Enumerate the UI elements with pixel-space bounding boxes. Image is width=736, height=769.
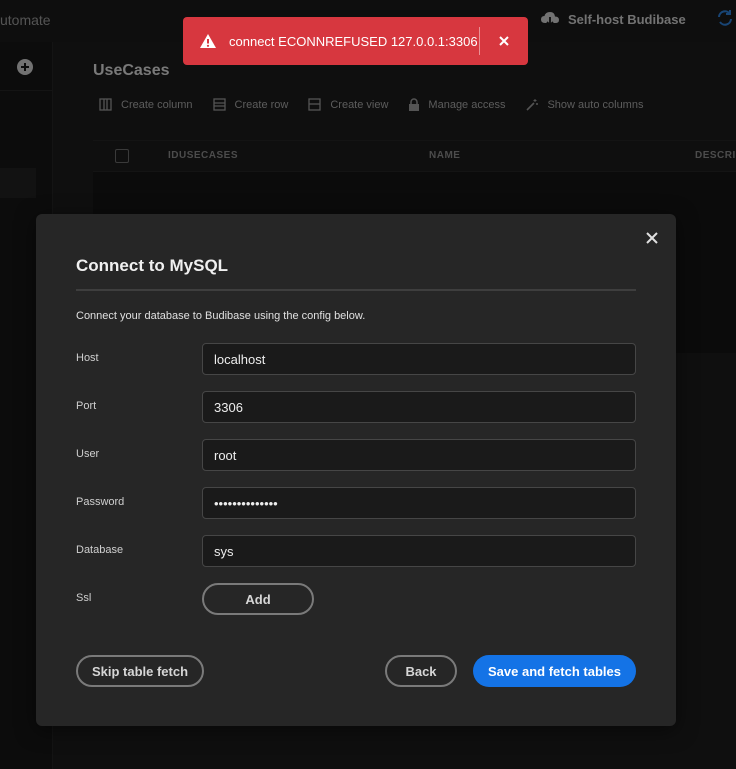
- modal-divider: [76, 289, 636, 291]
- skip-table-fetch-button[interactable]: Skip table fetch: [76, 655, 204, 687]
- save-and-fetch-tables-button[interactable]: Save and fetch tables: [473, 655, 636, 687]
- connect-mysql-modal: Connect to MySQL Connect your database t…: [36, 214, 676, 726]
- database-label: Database: [76, 544, 124, 556]
- user-input[interactable]: [202, 439, 636, 471]
- host-input[interactable]: [202, 343, 636, 375]
- password-input[interactable]: [202, 487, 636, 519]
- modal-description: Connect your database to Budibase using …: [76, 310, 366, 322]
- port-label: Port: [76, 400, 97, 412]
- port-input[interactable]: [202, 391, 636, 423]
- back-button[interactable]: Back: [385, 655, 457, 687]
- host-label: Host: [76, 352, 99, 364]
- toast-divider: [479, 27, 480, 55]
- ssl-label: Ssl: [76, 592, 92, 604]
- password-label: Password: [76, 496, 125, 508]
- modal-close-icon[interactable]: [644, 230, 660, 246]
- database-input[interactable]: [202, 535, 636, 567]
- modal-title: Connect to MySQL: [76, 256, 229, 275]
- close-icon: [499, 36, 509, 46]
- toast-close-button[interactable]: [496, 33, 512, 49]
- error-toast: connect ECONNREFUSED 127.0.0.1:3306: [183, 17, 528, 65]
- alert-icon: [200, 34, 216, 48]
- toast-message: connect ECONNREFUSED 127.0.0.1:3306: [229, 33, 478, 49]
- user-label: User: [76, 448, 100, 460]
- ssl-add-button[interactable]: Add: [202, 583, 314, 615]
